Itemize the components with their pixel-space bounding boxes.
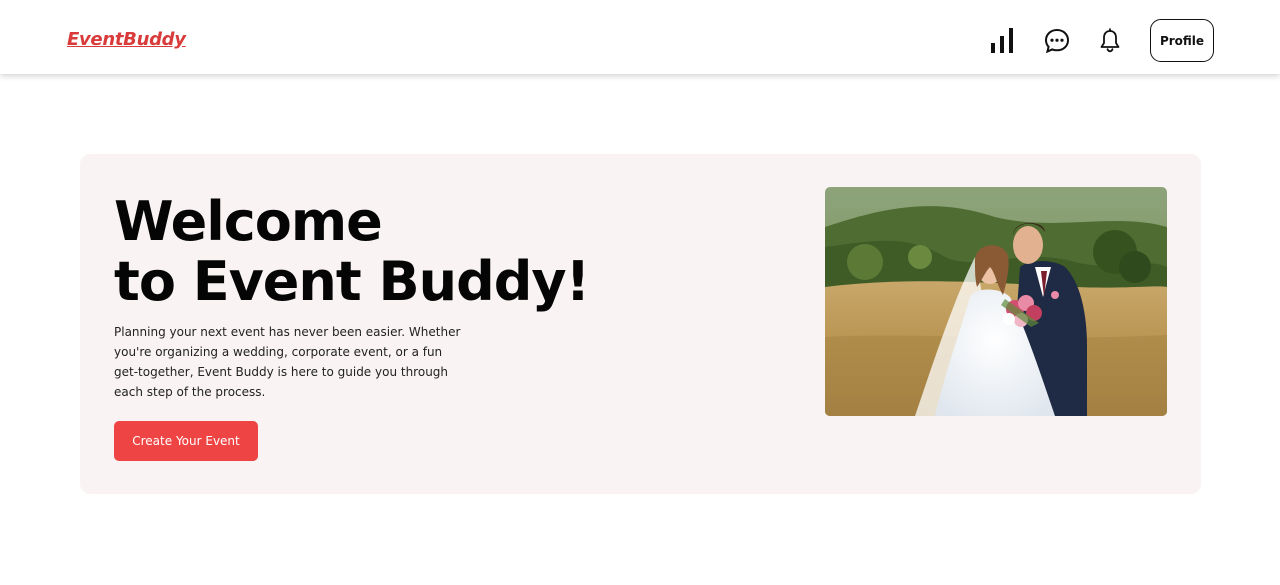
top-navbar: EventBuddy Profile — [0, 0, 1280, 74]
create-event-button[interactable]: Create Your Event — [114, 421, 258, 461]
chat-bubble-icon[interactable] — [1042, 26, 1072, 56]
hero-title: Welcome to Event Buddy! — [114, 190, 590, 313]
hero-title-line-1: Welcome — [114, 190, 383, 253]
hero-card: Welcome to Event Buddy! Planning your ne… — [80, 154, 1201, 494]
profile-button[interactable]: Profile — [1150, 19, 1214, 62]
hero-title-line-2: to Event Buddy! — [114, 250, 590, 313]
hero-description: Planning your next event has never been … — [114, 325, 461, 399]
bar-chart-icon[interactable] — [988, 26, 1018, 56]
brand-logo-link[interactable]: EventBuddy — [67, 29, 186, 50]
wedding-couple-photo — [825, 187, 1167, 416]
bell-icon[interactable] — [1095, 26, 1125, 56]
